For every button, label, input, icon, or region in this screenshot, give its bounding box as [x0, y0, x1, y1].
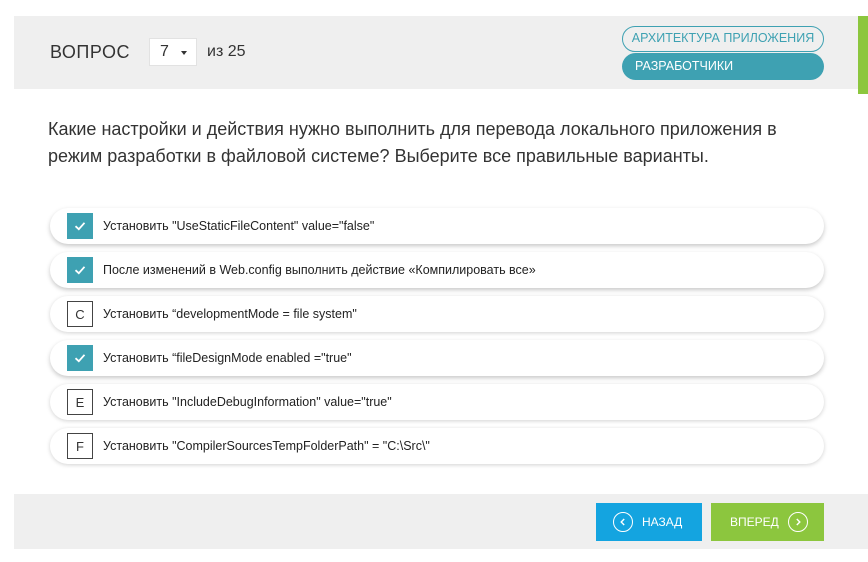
answer-options: Установить "UseStaticFileContent" value=…: [50, 208, 824, 472]
role-tag: РАЗРАБОТЧИКИ: [622, 53, 824, 80]
category-tag: АРХИТЕКТУРА ПРИЛОЖЕНИЯ: [622, 26, 824, 52]
quiz-header: ВОПРОС 7 из 25 АРХИТЕКТУРА ПРИЛОЖЕНИЯ РА…: [14, 16, 868, 94]
checkbox-checked-icon[interactable]: [67, 257, 93, 283]
checkbox-checked-icon[interactable]: [67, 345, 93, 371]
answer-option[interactable]: E Установить "IncludeDebugInformation" va…: [50, 384, 824, 420]
quiz-footer: НАЗАД ВПЕРЕД: [14, 494, 868, 549]
answer-option[interactable]: C Установить “developmentMode = file syst…: [50, 296, 824, 332]
next-button-label: ВПЕРЕД: [730, 515, 779, 529]
option-letter-box[interactable]: F: [67, 433, 93, 459]
answer-option-text: Установить "IncludeDebugInformation" val…: [103, 395, 392, 409]
caret-down-icon: [181, 51, 187, 55]
next-button[interactable]: ВПЕРЕД: [711, 503, 824, 541]
question-number-select[interactable]: 7: [149, 38, 197, 66]
quiz-panel: ВОПРОС 7 из 25 АРХИТЕКТУРА ПРИЛОЖЕНИЯ РА…: [14, 16, 868, 549]
question-number-value: 7: [160, 43, 169, 60]
back-button-label: НАЗАД: [642, 515, 683, 529]
progress-accent-bar: [858, 16, 868, 94]
answer-option-text: После изменений в Web.config выполнить д…: [103, 263, 536, 277]
answer-option-text: Установить "UseStaticFileContent" value=…: [103, 219, 375, 233]
option-letter-box[interactable]: C: [67, 301, 93, 327]
option-letter-box[interactable]: E: [67, 389, 93, 415]
question-total: из 25: [207, 43, 246, 60]
question-label: ВОПРОС: [50, 42, 130, 62]
answer-option-text: Установить "CompilerSourcesTempFolderPat…: [103, 439, 430, 453]
chevron-right-icon: [787, 512, 808, 532]
back-button[interactable]: НАЗАД: [596, 503, 702, 541]
checkbox-checked-icon[interactable]: [67, 213, 93, 239]
chevron-left-icon: [613, 512, 633, 532]
question-text: Какие настройки и действия нужно выполни…: [48, 119, 777, 166]
answer-option[interactable]: После изменений в Web.config выполнить д…: [50, 252, 824, 288]
answer-option-text: Установить “developmentMode = file syste…: [103, 307, 357, 321]
answer-option[interactable]: Установить “fileDesignMode enabled ="tru…: [50, 340, 824, 376]
answer-option[interactable]: Установить "UseStaticFileContent" value=…: [50, 208, 824, 244]
answer-option[interactable]: F Установить "CompilerSourcesTempFolderPa…: [50, 428, 824, 464]
answer-option-text: Установить “fileDesignMode enabled ="tru…: [103, 351, 352, 365]
